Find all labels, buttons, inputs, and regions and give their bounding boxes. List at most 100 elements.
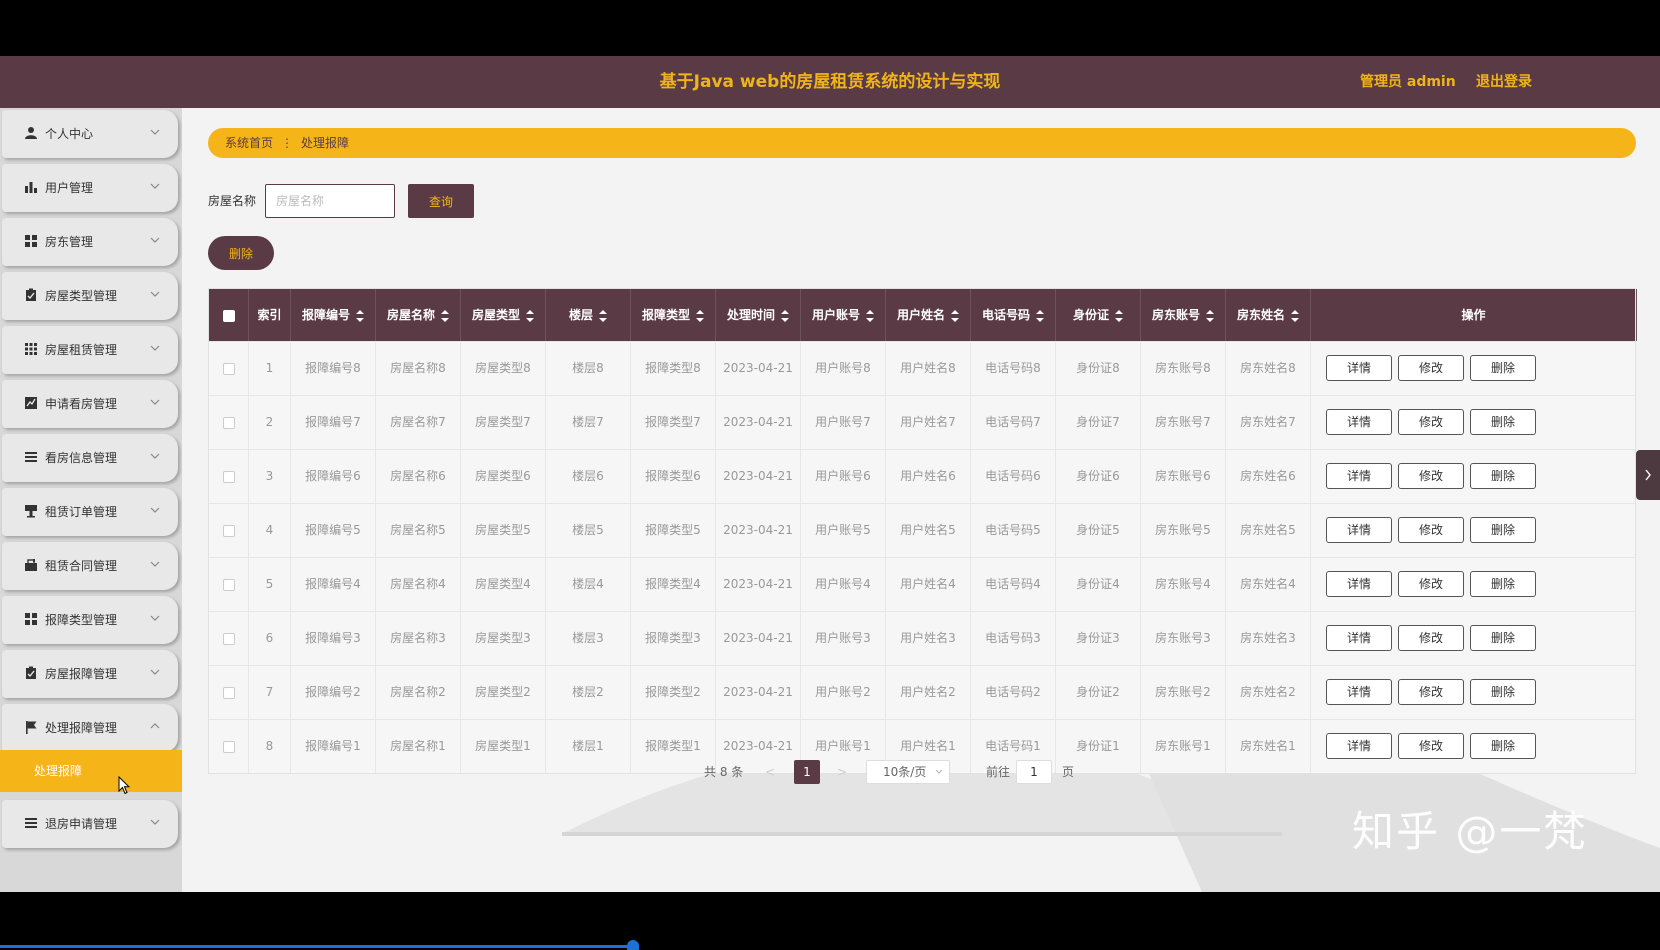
column-header[interactable]: 报障编号 xyxy=(291,289,376,341)
chevron-down-icon xyxy=(150,453,160,459)
delete-button[interactable]: 删除 xyxy=(1470,679,1536,705)
column-header[interactable]: 报障类型 xyxy=(631,289,716,341)
sidebar-item[interactable]: 用户管理 xyxy=(2,164,178,212)
sort-icon[interactable] xyxy=(1115,309,1123,322)
table-cell: 房东账号3 xyxy=(1141,612,1226,665)
delete-button[interactable]: 删除 xyxy=(1470,463,1536,489)
sidebar-item[interactable]: 房屋报障管理 xyxy=(2,650,178,698)
delete-button[interactable]: 删除 xyxy=(1470,625,1536,651)
delete-button[interactable]: 删除 xyxy=(1470,733,1536,759)
row-checkbox[interactable] xyxy=(222,416,235,429)
row-checkbox[interactable] xyxy=(222,686,235,699)
sidebar-item[interactable]: 房屋类型管理 xyxy=(2,272,178,320)
chevron-down-icon xyxy=(150,237,160,243)
sort-icon[interactable] xyxy=(441,309,449,322)
detail-button[interactable]: 详情 xyxy=(1326,733,1392,759)
sidebar-item[interactable]: 房东管理 xyxy=(2,218,178,266)
edit-button[interactable]: 修改 xyxy=(1398,571,1464,597)
delete-button[interactable]: 删除 xyxy=(1470,517,1536,543)
sidebar-subitem-active[interactable]: 处理报障 xyxy=(0,750,182,792)
delete-button[interactable]: 删除 xyxy=(1470,355,1536,381)
row-checkbox[interactable] xyxy=(222,740,235,753)
sidebar-item-label: 报障类型管理 xyxy=(45,613,118,627)
sidebar-item[interactable]: 房屋租赁管理 xyxy=(2,326,178,374)
table-row: 1 报障编号8 房屋名称8 房屋类型8 楼层8 报障类型8 2023-04-21 用户账号8 用… xyxy=(209,341,1635,395)
table-cell: 房屋类型3 xyxy=(461,612,546,665)
edit-button[interactable]: 修改 xyxy=(1398,733,1464,759)
column-header[interactable]: 房屋名称 xyxy=(376,289,461,341)
sidebar-item[interactable]: 看房信息管理 xyxy=(2,434,178,482)
detail-button[interactable]: 详情 xyxy=(1326,409,1392,435)
sort-icon[interactable] xyxy=(696,309,704,322)
pagination-goto-input[interactable]: 1 xyxy=(1016,760,1052,784)
sidebar-item[interactable]: 退房申请管理 xyxy=(2,800,178,848)
sidebar-item[interactable]: 处理报障管理 xyxy=(2,704,178,752)
table-cell: 报障编号5 xyxy=(291,504,376,557)
table-cell: 房东姓名2 xyxy=(1226,666,1311,719)
row-checkbox[interactable] xyxy=(222,578,235,591)
logout-link[interactable]: 退出登录 xyxy=(1476,56,1532,108)
sort-icon[interactable] xyxy=(356,309,364,322)
column-header[interactable]: 房东账号 xyxy=(1141,289,1226,341)
sort-icon[interactable] xyxy=(951,309,959,322)
search-input[interactable] xyxy=(265,184,395,218)
table-row: 7 报障编号2 房屋名称2 房屋类型2 楼层2 报障类型2 2023-04-21 用户账号2 用… xyxy=(209,665,1635,719)
edit-button[interactable]: 修改 xyxy=(1398,463,1464,489)
edit-button[interactable]: 修改 xyxy=(1398,355,1464,381)
sort-icon[interactable] xyxy=(599,309,607,322)
side-drawer-tab[interactable] xyxy=(1636,450,1660,500)
sidebar-item[interactable]: 申请看房管理 xyxy=(2,380,178,428)
sort-icon[interactable] xyxy=(1291,309,1299,322)
main-content: 系统首页⋮处理报障 房屋名称 查询 删除 索引报障编号房屋名称房屋类型楼层报障类… xyxy=(182,108,1660,892)
sort-icon[interactable] xyxy=(866,309,874,322)
column-header[interactable]: 楼层 xyxy=(546,289,631,341)
sort-icon[interactable] xyxy=(526,309,534,322)
table-cell: 5 xyxy=(249,558,291,611)
pagination-page-1[interactable]: 1 xyxy=(794,760,820,784)
detail-button[interactable]: 详情 xyxy=(1326,571,1392,597)
query-button[interactable]: 查询 xyxy=(408,184,474,218)
progress-handle[interactable] xyxy=(627,940,639,950)
detail-button[interactable]: 详情 xyxy=(1326,625,1392,651)
sidebar-item[interactable]: 租赁订单管理 xyxy=(2,488,178,536)
select-all-checkbox[interactable] xyxy=(222,309,235,322)
sidebar-item[interactable]: 报障类型管理 xyxy=(2,596,178,644)
column-header[interactable]: 电话号码 xyxy=(971,289,1056,341)
detail-button[interactable]: 详情 xyxy=(1326,355,1392,381)
row-checkbox[interactable] xyxy=(222,362,235,375)
sort-icon[interactable] xyxy=(1036,309,1044,322)
pagination-prev-button[interactable]: < xyxy=(758,760,782,784)
edit-button[interactable]: 修改 xyxy=(1398,625,1464,651)
detail-button[interactable]: 详情 xyxy=(1326,679,1392,705)
edit-button[interactable]: 修改 xyxy=(1398,409,1464,435)
sidebar-item[interactable]: 个人中心 xyxy=(2,110,178,158)
sort-icon[interactable] xyxy=(1206,309,1214,322)
delete-button[interactable]: 删除 xyxy=(1470,571,1536,597)
row-checkbox[interactable] xyxy=(222,470,235,483)
page-size-select[interactable]: 10条/页 xyxy=(866,760,950,784)
pagination-next-button[interactable]: > xyxy=(830,760,854,784)
column-header[interactable]: 房东姓名 xyxy=(1226,289,1311,341)
edit-button[interactable]: 修改 xyxy=(1398,679,1464,705)
breadcrumb-home[interactable]: 系统首页 xyxy=(225,136,273,150)
sort-icon[interactable] xyxy=(781,309,789,322)
column-header[interactable]: 房屋类型 xyxy=(461,289,546,341)
edit-button[interactable]: 修改 xyxy=(1398,517,1464,543)
sidebar-item-label: 申请看房管理 xyxy=(45,397,118,411)
column-header[interactable]: 用户姓名 xyxy=(886,289,971,341)
sidebar-item[interactable]: 租赁合同管理 xyxy=(2,542,178,590)
batch-delete-button[interactable]: 删除 xyxy=(208,236,274,270)
delete-button[interactable]: 删除 xyxy=(1470,409,1536,435)
detail-button[interactable]: 详情 xyxy=(1326,463,1392,489)
header-select-all[interactable] xyxy=(209,289,249,341)
column-header[interactable]: 身份证 xyxy=(1056,289,1141,341)
row-checkbox[interactable] xyxy=(222,632,235,645)
detail-button[interactable]: 详情 xyxy=(1326,517,1392,543)
row-checkbox[interactable] xyxy=(222,524,235,537)
column-header[interactable]: 用户账号 xyxy=(801,289,886,341)
table-cell: 楼层6 xyxy=(546,450,631,503)
sidebar-item-label: 租赁合同管理 xyxy=(45,559,118,573)
table-cell: 用户账号6 xyxy=(801,450,886,503)
column-header[interactable]: 处理时间 xyxy=(716,289,801,341)
sidebar-item-label: 房东管理 xyxy=(45,235,94,249)
